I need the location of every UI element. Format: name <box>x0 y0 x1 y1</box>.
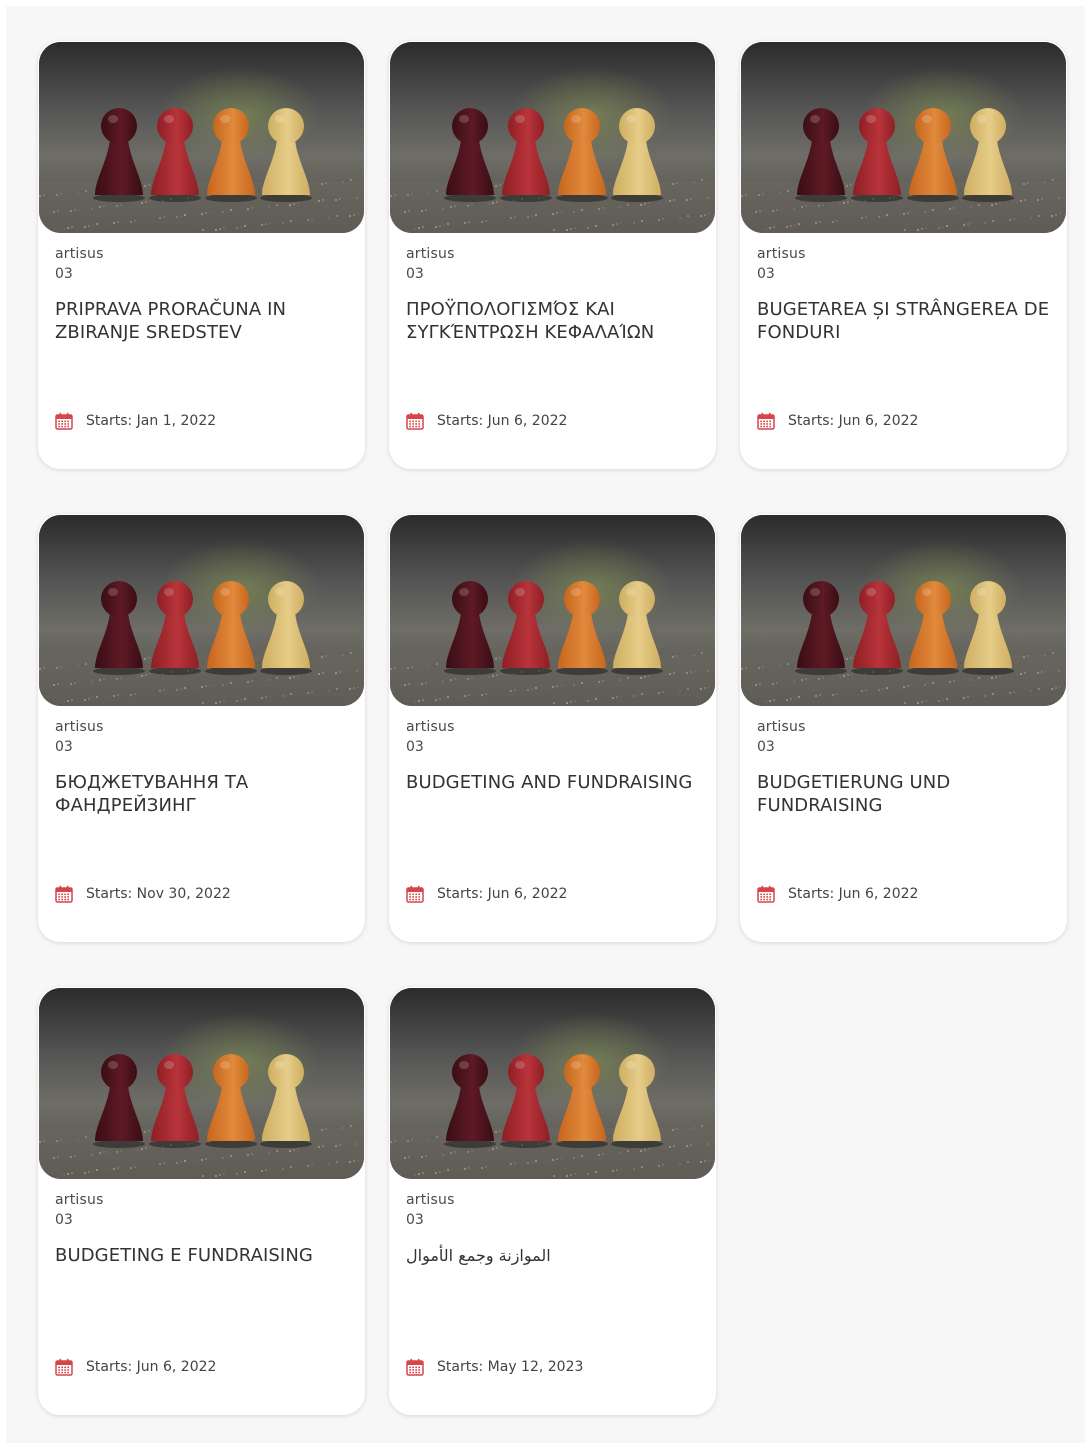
course-start-date: Starts: Jun 6, 2022 <box>757 884 918 904</box>
course-card[interactable]: artisus 03 الموازنة وجمع الأموال Starts:… <box>389 987 716 1415</box>
course-title[interactable]: الموازنة وجمع الأموال <box>406 1244 701 1267</box>
course-start-date: Starts: Nov 30, 2022 <box>55 884 231 904</box>
course-title[interactable]: BUDGETIERUNG UND FUNDRAISING <box>757 771 1052 817</box>
course-author: artisus <box>55 1192 104 1208</box>
course-lesson-count: 03 <box>55 739 73 755</box>
course-title[interactable]: BUDGETING AND FUNDRAISING <box>406 771 701 794</box>
calendar-icon <box>406 885 424 903</box>
course-grid: artisus 03 PRIPRAVA PRORAČUNA IN ZBIRANJ… <box>38 41 1068 1415</box>
course-image[interactable] <box>39 515 364 706</box>
course-image[interactable] <box>39 42 364 233</box>
course-author: artisus <box>406 1192 455 1208</box>
course-title[interactable]: BUGETAREA ȘI STRÂNGEREA DE FONDURI <box>757 298 1052 344</box>
course-start-date-text: Starts: Jun 6, 2022 <box>788 413 919 429</box>
course-card[interactable]: artisus 03 BUDGETING AND FUNDRAISING Sta… <box>389 514 716 942</box>
calendar-icon <box>55 1358 73 1376</box>
course-author: artisus <box>757 246 806 262</box>
calendar-icon <box>55 412 73 430</box>
course-start-date: Starts: May 12, 2023 <box>406 1357 583 1377</box>
course-image[interactable] <box>390 42 715 233</box>
course-card[interactable]: artisus 03 ΠΡΟΫΠΟΛΟΓΙΣΜΌΣ ΚΑΙ ΣΥΓΚΈΝΤΡΩΣ… <box>389 41 716 469</box>
course-image[interactable] <box>390 988 715 1179</box>
course-card[interactable]: artisus 03 PRIPRAVA PRORAČUNA IN ZBIRANJ… <box>38 41 365 469</box>
course-lesson-count: 03 <box>406 266 424 282</box>
course-image[interactable] <box>741 515 1066 706</box>
course-image[interactable] <box>39 988 364 1179</box>
calendar-icon <box>757 885 775 903</box>
course-author: artisus <box>757 719 806 735</box>
course-start-date-text: Starts: Nov 30, 2022 <box>86 886 231 902</box>
course-title[interactable]: БЮДЖЕТУВАННЯ ТА ФАНДРЕЙЗИНГ <box>55 771 350 817</box>
course-title[interactable]: ΠΡΟΫΠΟΛΟΓΙΣΜΌΣ ΚΑΙ ΣΥΓΚΈΝΤΡΩΣΗ ΚΕΦΑΛΑΊΩΝ <box>406 298 701 344</box>
course-author: artisus <box>406 719 455 735</box>
course-lesson-count: 03 <box>757 739 775 755</box>
calendar-icon <box>55 885 73 903</box>
calendar-icon <box>757 412 775 430</box>
course-start-date-text: Starts: May 12, 2023 <box>437 1359 584 1375</box>
course-start-date: Starts: Jan 1, 2022 <box>55 411 216 431</box>
course-start-date: Starts: Jun 6, 2022 <box>406 884 567 904</box>
course-author: artisus <box>55 719 104 735</box>
course-lesson-count: 03 <box>55 1212 73 1228</box>
course-image[interactable] <box>390 515 715 706</box>
course-title[interactable]: BUDGETING E FUNDRAISING <box>55 1244 350 1267</box>
course-lesson-count: 03 <box>406 739 424 755</box>
course-start-date-text: Starts: Jun 6, 2022 <box>788 886 919 902</box>
course-title[interactable]: PRIPRAVA PRORAČUNA IN ZBIRANJE SREDSTEV <box>55 298 350 344</box>
course-lesson-count: 03 <box>55 266 73 282</box>
course-lesson-count: 03 <box>406 1212 424 1228</box>
course-start-date: Starts: Jun 6, 2022 <box>55 1357 216 1377</box>
course-start-date-text: Starts: Jun 6, 2022 <box>437 886 568 902</box>
course-card[interactable]: artisus 03 BUGETAREA ȘI STRÂNGEREA DE FO… <box>740 41 1067 469</box>
course-start-date: Starts: Jun 6, 2022 <box>406 411 567 431</box>
calendar-icon <box>406 412 424 430</box>
course-author: artisus <box>406 246 455 262</box>
course-card[interactable]: artisus 03 BUDGETING E FUNDRAISING Start… <box>38 987 365 1415</box>
course-start-date-text: Starts: Jun 6, 2022 <box>437 413 568 429</box>
course-start-date: Starts: Jun 6, 2022 <box>757 411 918 431</box>
course-start-date-text: Starts: Jan 1, 2022 <box>86 413 217 429</box>
course-card[interactable]: artisus 03 БЮДЖЕТУВАННЯ ТА ФАНДРЕЙЗИНГ S… <box>38 514 365 942</box>
page-background: artisus 03 PRIPRAVA PRORAČUNA IN ZBIRANJ… <box>6 6 1085 1443</box>
course-image[interactable] <box>741 42 1066 233</box>
calendar-icon <box>406 1358 424 1376</box>
course-lesson-count: 03 <box>757 266 775 282</box>
course-card[interactable]: artisus 03 BUDGETIERUNG UND FUNDRAISING … <box>740 514 1067 942</box>
course-start-date-text: Starts: Jun 6, 2022 <box>86 1359 217 1375</box>
course-author: artisus <box>55 246 104 262</box>
